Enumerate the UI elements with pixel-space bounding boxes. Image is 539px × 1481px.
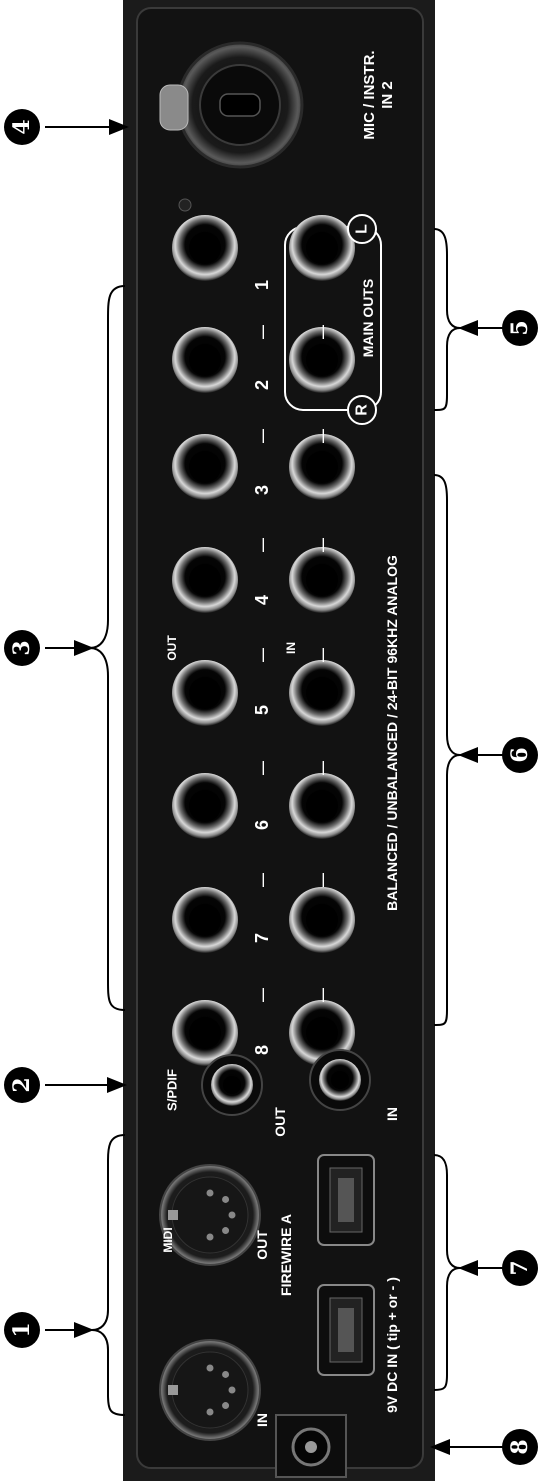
channel-number-5: 5	[252, 705, 272, 715]
callout-2: 2	[4, 1067, 40, 1103]
channel-number-3: 3	[252, 485, 272, 495]
in-separator-5: —	[314, 761, 330, 775]
dc-in-label: 9V DC IN ( tip + or - )	[384, 1277, 400, 1413]
in-separator-4: —	[314, 648, 330, 662]
analog-out-jack-3	[172, 434, 238, 500]
callout-1: 1	[4, 1312, 40, 1348]
bracket-5	[433, 228, 461, 411]
bracket-6	[433, 474, 461, 1026]
spdif-in-label: IN	[384, 1107, 400, 1121]
out-separator-4: —	[254, 648, 270, 662]
in-separator-6: —	[314, 873, 330, 887]
svg-text:6: 6	[507, 747, 533, 762]
bracket-7	[433, 1154, 461, 1391]
svg-text:7: 7	[507, 1260, 533, 1275]
midi-out-port	[159, 1164, 261, 1266]
main-outs-l-badge: L	[347, 214, 377, 244]
analog-out-jack-1	[172, 215, 238, 281]
analog-in-jack-6	[289, 773, 355, 839]
analog-out-jack-2	[172, 327, 238, 393]
main-out-jack-l	[289, 215, 355, 281]
firewire-label: FIREWIRE A	[278, 1214, 294, 1296]
in-separator-1: —	[314, 325, 330, 339]
main-outs-label: MAIN OUTS	[360, 279, 376, 358]
analog-out-jack-6	[172, 773, 238, 839]
channel-number-6: 6	[252, 820, 272, 830]
bracket-1	[91, 1134, 126, 1416]
midi-in-label: IN	[254, 1413, 270, 1427]
callout-8: 8	[502, 1429, 538, 1465]
mic-instr-label: MIC / INSTR.	[361, 50, 378, 139]
in-separator-2: —	[314, 429, 330, 443]
outputs-label: OUT	[165, 635, 179, 661]
analog-out-jack-7	[172, 887, 238, 953]
callout-4: 4	[4, 109, 40, 145]
callout-5: 5	[502, 310, 538, 346]
spdif-out-jack	[201, 1054, 263, 1116]
out-separator-6: —	[254, 873, 270, 887]
channel-number-4: 4	[252, 595, 272, 605]
svg-text:3: 3	[9, 640, 35, 655]
channel-number-7: 7	[252, 933, 272, 943]
rear-panel-diagram: 1 2 3 4 5 6 7 8 MIC / INSTR. IN 2 L R MA…	[4, 0, 538, 1481]
spdif-label: S/PDIF	[165, 1069, 180, 1111]
main-outs-r-badge: R	[347, 395, 377, 425]
analog-in-jack-5	[289, 660, 355, 726]
analog-in-jack-7	[289, 887, 355, 953]
svg-text:R: R	[354, 404, 371, 416]
inputs-label: IN	[284, 642, 298, 654]
midi-out-label: OUT	[254, 1230, 270, 1260]
firewire-port-1	[317, 1154, 375, 1246]
svg-text:2: 2	[9, 1077, 35, 1092]
callout-3: 3	[4, 630, 40, 666]
in-separator-7: —	[314, 988, 330, 1002]
channel-number-1: 1	[252, 280, 272, 290]
midi-label: MIDI	[161, 1227, 175, 1252]
svg-text:L: L	[354, 224, 371, 234]
analog-in-jack-4	[289, 547, 355, 613]
callout-6: 6	[502, 737, 538, 773]
svg-text:5: 5	[507, 320, 533, 335]
analog-out-jack-4	[172, 547, 238, 613]
in-separator-3: —	[314, 538, 330, 552]
analog-out-jack-5	[172, 660, 238, 726]
spdif-in-jack	[309, 1049, 371, 1111]
channel-number-2: 2	[252, 380, 272, 390]
bracket-3	[89, 285, 126, 1011]
out-separator-5: —	[254, 761, 270, 775]
callout-7: 7	[502, 1250, 538, 1286]
svg-text:8: 8	[507, 1439, 533, 1454]
out-separator-7: —	[254, 988, 270, 1002]
channel-number-8: 8	[252, 1045, 272, 1055]
midi-in-port	[159, 1339, 261, 1441]
spdif-out-label: OUT	[272, 1107, 288, 1137]
out-separator-2: —	[254, 429, 270, 443]
svg-text:4: 4	[9, 119, 35, 134]
firewire-port-2	[317, 1284, 375, 1376]
svg-text:1: 1	[9, 1322, 35, 1337]
mic-instr-label-line2: IN 2	[379, 81, 396, 109]
dc-power-jack	[275, 1414, 347, 1478]
out-separator-1: —	[254, 325, 270, 339]
analog-spec-label: BALANCED / UNBALANCED / 24-BIT 96KHZ ANA…	[384, 555, 400, 911]
out-separator-3: —	[254, 538, 270, 552]
